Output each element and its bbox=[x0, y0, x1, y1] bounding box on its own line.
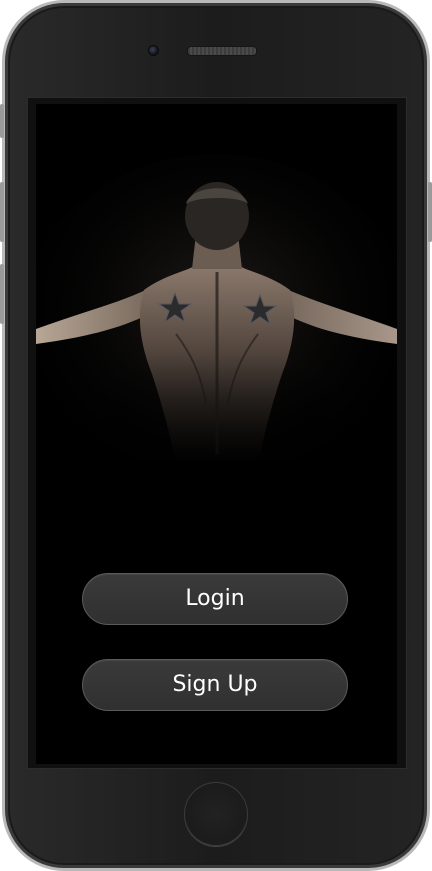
volume-up-button bbox=[0, 182, 4, 242]
muscular-back-hero bbox=[36, 104, 397, 564]
signup-button[interactable]: Sign Up bbox=[82, 659, 348, 711]
app-screen: Login Sign Up bbox=[36, 104, 397, 764]
mute-switch bbox=[0, 104, 4, 138]
home-button-icon[interactable] bbox=[184, 782, 248, 846]
earpiece-speaker-icon bbox=[187, 46, 257, 56]
front-camera-icon bbox=[148, 45, 159, 56]
login-button[interactable]: Login bbox=[82, 573, 348, 625]
volume-down-button bbox=[0, 264, 4, 324]
power-button bbox=[428, 182, 432, 242]
